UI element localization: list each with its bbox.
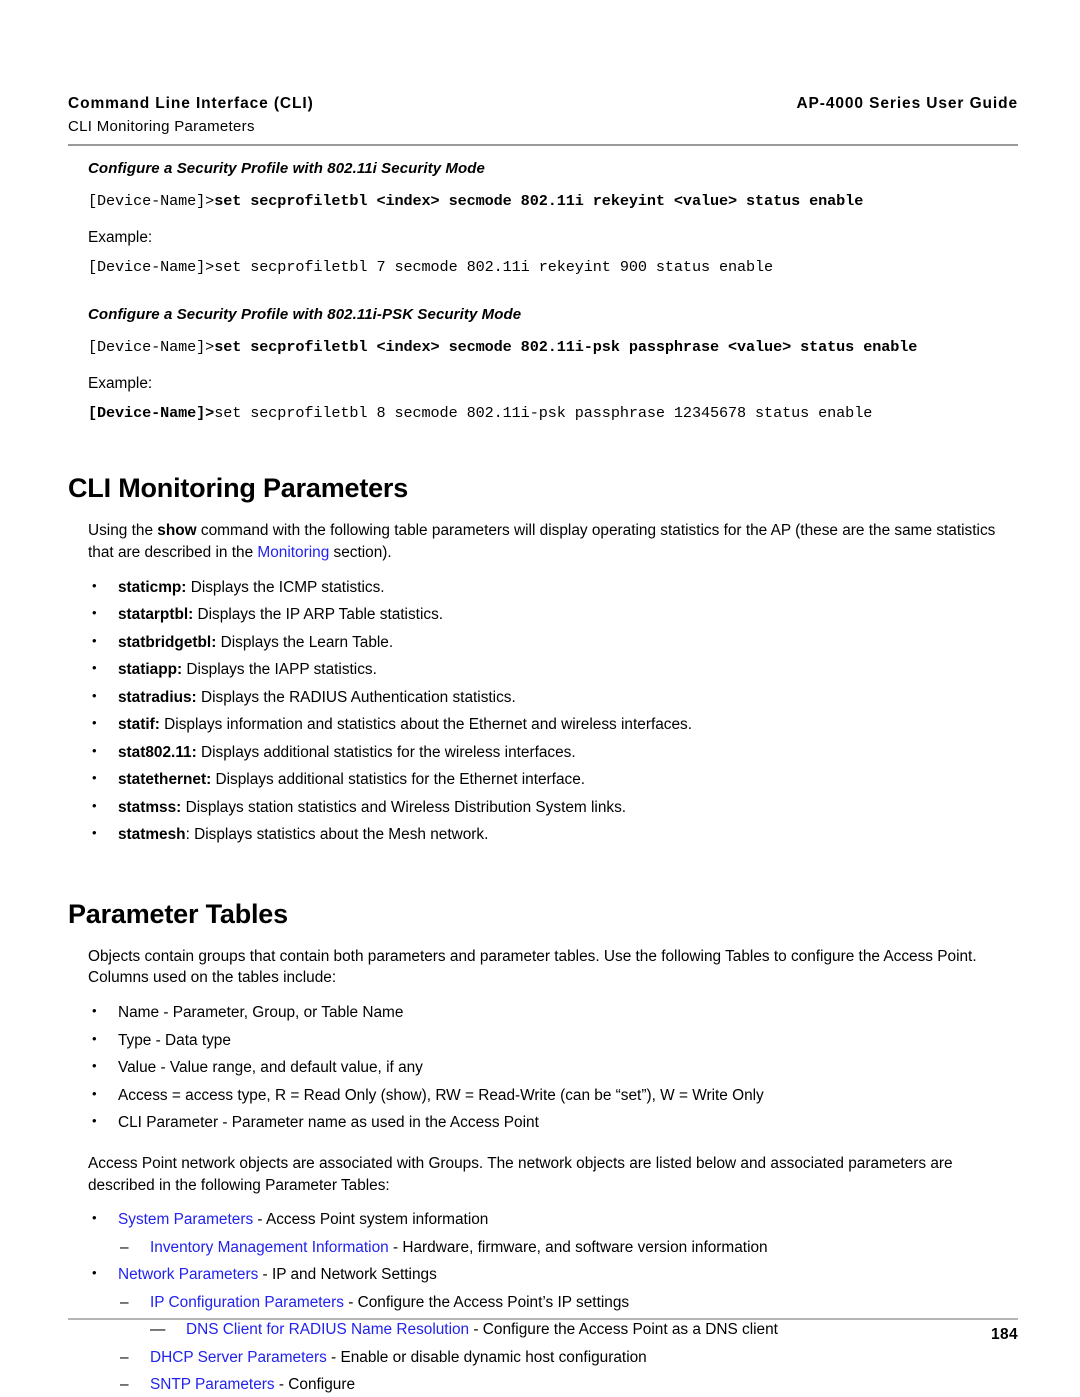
show-keyword: show — [157, 521, 197, 539]
parameter-description: Displays station statistics and Wireless… — [181, 798, 627, 816]
header-title-row: Command Line Interface (CLI) AP-4000 Ser… — [68, 95, 1018, 113]
parameter-term: statif: — [118, 716, 160, 734]
sntp-description: - Configure — [274, 1376, 356, 1394]
list-item: Type - Data type — [88, 1030, 1018, 1051]
page-title-parameter-tables: Parameter Tables — [68, 898, 288, 929]
parameter-tables-link-list: System Parameters - Access Point system … — [68, 1209, 1018, 1396]
list-item-ip-configuration: IP Configuration Parameters - Configure … — [118, 1293, 1018, 1341]
list-item: staticmp: Displays the ICMP statistics. — [88, 577, 1018, 598]
header-divider — [68, 144, 1018, 146]
parameter-description: : Displays statistics about the Mesh net… — [185, 826, 489, 844]
parameter-term: statmss: — [118, 798, 182, 816]
header-section-subtitle: CLI Monitoring Parameters — [68, 118, 255, 135]
parameter-term: statradius: — [118, 688, 197, 706]
inventory-description: - Hardware, firmware, and software versi… — [388, 1238, 768, 1256]
dhcp-server-description: - Enable or disable dynamic host configu… — [326, 1348, 647, 1366]
list-item: statarptbl: Displays the IP ARP Table st… — [88, 604, 1018, 625]
dns-client-description: - Configure the Access Point as a DNS cl… — [469, 1321, 778, 1339]
list-item: Access = access type, R = Read Only (sho… — [88, 1085, 1018, 1106]
monitoring-link[interactable]: Monitoring — [257, 544, 329, 561]
command-80211i: [Device-Name]>set secprofiletbl <index> … — [88, 191, 1018, 213]
dhcp-server-parameters-link[interactable]: DHCP Server Parameters — [150, 1349, 327, 1366]
list-item: statradius: Displays the RADIUS Authenti… — [88, 687, 1018, 708]
system-parameters-link[interactable]: System Parameters — [118, 1211, 253, 1228]
intro-text-b: command with the following table paramet… — [88, 521, 996, 561]
list-item-inventory: Inventory Management Information - Hardw… — [118, 1238, 1018, 1259]
command-prompt-prefix: [Device-Name]> — [88, 338, 215, 357]
intro-text-c: section). — [329, 543, 392, 561]
list-item: Name - Parameter, Group, or Table Name — [88, 1002, 1018, 1023]
ip-configuration-parameters-link[interactable]: IP Configuration Parameters — [150, 1294, 344, 1311]
parameter-tables-intro: Objects contain groups that contain both… — [88, 947, 977, 987]
dns-client-radius-link[interactable]: DNS Client for RADIUS Name Resolution — [186, 1321, 469, 1338]
network-parameters-sublist: IP Configuration Parameters - Configure … — [118, 1293, 1018, 1396]
page-header: Command Line Interface (CLI) AP-4000 Ser… — [68, 95, 1018, 135]
parameter-description: Displays the IAPP statistics. — [182, 661, 377, 679]
list-item: Value - Value range, and default value, … — [88, 1057, 1018, 1078]
parameter-description: Displays the IP ARP Table statistics. — [193, 606, 444, 624]
heading-configure-80211i-psk: Configure a Security Profile with 802.11… — [88, 306, 522, 324]
cli-monitoring-intro: Using the show command with the followin… — [88, 520, 1018, 564]
parameter-table-columns-list: Name - Parameter, Group, or Table Name T… — [68, 1002, 1018, 1133]
example-command-text: set secprofiletbl 8 secmode 802.11i-psk … — [214, 404, 873, 423]
parameter-term: statbridgetbl: — [118, 633, 217, 651]
list-item: statmesh: Displays statistics about the … — [88, 824, 1018, 845]
parameter-description: Displays the Learn Table. — [216, 633, 394, 651]
network-parameters-description: - IP and Network Settings — [258, 1266, 437, 1284]
command-prompt-prefix: [Device-Name]> — [88, 192, 215, 210]
network-parameters-link[interactable]: Network Parameters — [118, 1266, 258, 1283]
list-item: stat802.11: Displays additional statisti… — [88, 742, 1018, 763]
list-item: CLI Parameter - Parameter name as used i… — [88, 1112, 1018, 1133]
parameter-term: statethernet: — [118, 771, 212, 789]
ip-configuration-description: - Configure the Access Point’s IP settin… — [343, 1293, 630, 1311]
list-item: statbridgetbl: Displays the Learn Table. — [88, 632, 1018, 653]
example-command-80211i-psk: [Device-Name]>set secprofiletbl 8 secmod… — [88, 403, 1018, 425]
parameter-term: statarptbl: — [118, 606, 194, 624]
page-title-cli-monitoring-parameters: CLI Monitoring Parameters — [68, 472, 409, 503]
command-text: set secprofiletbl <index> secmode 802.11… — [214, 192, 864, 210]
intro-text-a: Using the — [88, 521, 158, 539]
header-guide-title: AP-4000 Series User Guide — [796, 95, 1018, 112]
cli-monitoring-parameter-list: staticmp: Displays the ICMP statistics. … — [68, 577, 1018, 846]
list-item: statif: Displays information and statist… — [88, 714, 1018, 735]
parameter-term: staticmp: — [118, 578, 187, 596]
parameter-description: Displays the ICMP statistics. — [186, 578, 385, 596]
list-item-network-parameters: Network Parameters - IP and Network Sett… — [88, 1264, 1018, 1396]
list-item-dns-client: DNS Client for RADIUS Name Resolution - … — [150, 1320, 1018, 1341]
parameter-term: statmesh — [118, 826, 186, 844]
page-content: Configure a Security Profile with 802.11… — [68, 156, 1018, 1397]
network-objects-intro: Access Point network objects are associa… — [88, 1154, 953, 1194]
parameter-description: Displays information and statistics abou… — [159, 716, 693, 734]
system-parameters-description: - Access Point system information — [253, 1211, 489, 1229]
example-label-80211i: Example: — [88, 228, 153, 246]
document-page: Command Line Interface (CLI) AP-4000 Ser… — [0, 0, 1080, 1397]
header-chapter-title: Command Line Interface (CLI) — [68, 95, 314, 112]
list-item-dhcp-server: DHCP Server Parameters - Enable or disab… — [118, 1348, 1018, 1369]
example-prompt-prefix: [Device-Name]> — [88, 404, 215, 423]
example-command-80211i: [Device-Name]>set secprofiletbl 7 secmod… — [88, 257, 1018, 279]
footer-divider — [68, 1318, 1018, 1320]
list-item: statiapp: Displays the IAPP statistics. — [88, 659, 1018, 680]
inventory-management-information-link[interactable]: Inventory Management Information — [150, 1239, 389, 1256]
sntp-parameters-link[interactable]: SNTP Parameters — [150, 1376, 275, 1393]
command-text: set secprofiletbl <index> secmode 802.11… — [214, 338, 918, 357]
list-item-system-parameters: System Parameters - Access Point system … — [88, 1209, 1018, 1259]
list-item: statmss: Displays station statistics and… — [88, 797, 1018, 818]
example-command-text: set secprofiletbl 7 secmode 802.11i reke… — [214, 257, 774, 276]
parameter-term: statiapp: — [118, 661, 183, 679]
list-item: statethernet: Displays additional statis… — [88, 769, 1018, 790]
heading-configure-80211i: Configure a Security Profile with 802.11… — [88, 160, 485, 177]
parameter-description: Displays the RADIUS Authentication stati… — [196, 688, 516, 706]
parameter-description: Displays additional statistics for the E… — [211, 771, 586, 789]
parameter-term: stat802.11: — [118, 743, 197, 761]
system-parameters-sublist: Inventory Management Information - Hardw… — [118, 1238, 1018, 1259]
command-80211i-psk: [Device-Name]>set secprofiletbl <index> … — [88, 337, 1018, 359]
parameter-description: Displays additional statistics for the w… — [196, 743, 576, 761]
list-item-sntp: SNTP Parameters - Configure — [118, 1375, 1018, 1396]
example-prompt-prefix: [Device-Name]> — [88, 257, 215, 276]
ip-configuration-sublist: DNS Client for RADIUS Name Resolution - … — [150, 1320, 1018, 1341]
example-label-80211i-psk: Example: — [88, 375, 153, 393]
page-number: 184 — [990, 1326, 1018, 1343]
